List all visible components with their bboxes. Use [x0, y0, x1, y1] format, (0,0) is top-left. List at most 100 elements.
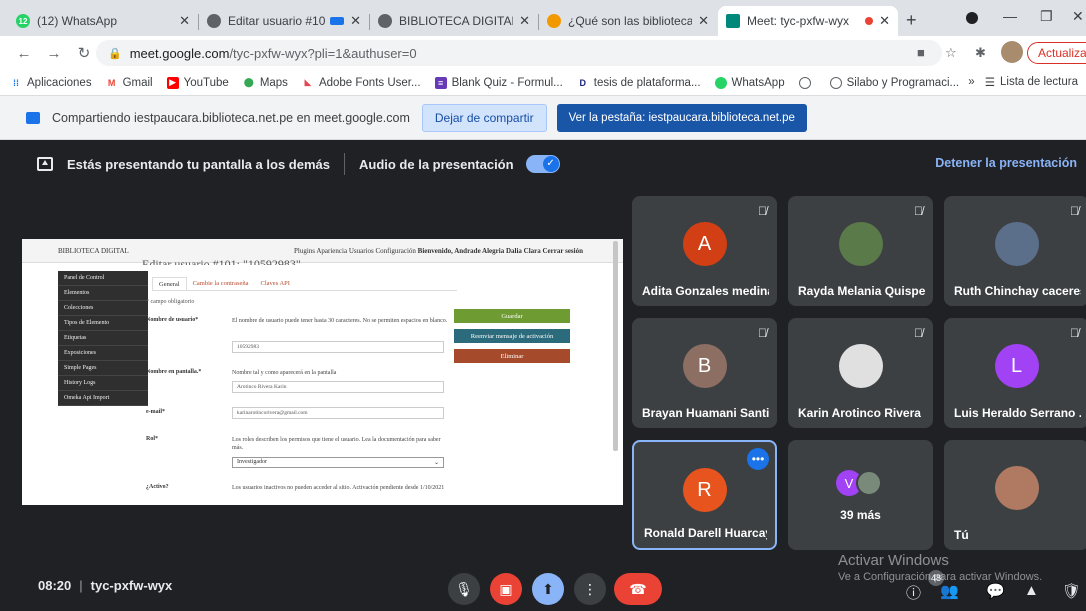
people-icon[interactable]: 👥 — [940, 582, 959, 600]
reading-list-icon: ☰ — [984, 77, 995, 89]
tab-editar-usuario[interactable]: Editar usuario #101: "105 ✕ — [199, 6, 369, 36]
extensions-icon[interactable]: ✱ — [975, 45, 986, 61]
participant-tile[interactable]: 🎙̸ A Adita Gonzales medina — [632, 196, 777, 306]
chevron-double-right-icon[interactable]: » — [968, 76, 974, 88]
field-desc: Los roles describen los permisos que tie… — [232, 437, 441, 451]
bookmark-blank-quiz[interactable]: ≡ Blank Quiz - Formul... — [434, 76, 563, 89]
bookmark-globe[interactable] — [798, 76, 816, 89]
meet-icon — [726, 14, 740, 28]
bookmark-tesis[interactable]: Dtesis de plataforma... — [577, 77, 701, 89]
participant-tile[interactable]: 🎙̸ B Brayan Huamani Santi... — [632, 318, 777, 428]
gmail-icon: M — [107, 77, 116, 88]
more-participants-tile[interactable]: V 39 más — [788, 440, 933, 550]
bookmark-gmail[interactable]: M Gmail — [106, 77, 153, 89]
tab-meet[interactable]: Meet: tyc-pxfw-wyx ✕ — [718, 6, 898, 36]
bookmark-silabo[interactable]: Silabo y Programaci... — [829, 76, 959, 89]
hangup-icon[interactable]: ☎ — [614, 573, 662, 605]
bookmark-star-icon[interactable]: ☆ — [945, 45, 957, 61]
more-vert-icon[interactable]: ⋮ — [574, 573, 606, 605]
forward-icon[interactable]: → — [42, 45, 66, 62]
more-options-icon[interactable]: ••• — [747, 448, 769, 470]
tab-biblioteca-digital[interactable]: BIBLIOTECA DIGITAL | Navega ✕ — [370, 6, 538, 36]
field-label: Nombre en pantalla.* — [146, 369, 202, 375]
url-host: meet.google.com — [129, 45, 230, 61]
participant-name: Brayan Huamani Santi... — [642, 406, 769, 420]
sidebar-item: Elementos — [58, 286, 148, 301]
stop-presenting-link[interactable]: Detener la presentación — [935, 156, 1077, 170]
tab-title: ¿Qué son las bibliotecas virtu — [568, 14, 693, 28]
camera-off-icon[interactable]: ▣ — [490, 573, 522, 605]
windows-activation-watermark: Activar Windows Ve a Configuración para … — [838, 552, 1042, 583]
stop-sharing-button[interactable]: Dejar de compartir — [421, 103, 547, 132]
close-icon[interactable]: ✕ — [879, 13, 890, 29]
shared-title: Editar usuario #101: "10592983" — [142, 257, 301, 265]
shared-screen: BIBLIOTECA DIGITAL Plugins Apariencia Us… — [22, 239, 623, 505]
new-tab-icon[interactable]: + — [906, 10, 917, 31]
audio-toggle[interactable] — [525, 155, 560, 173]
shared-sidebar: Panel de Control Elementos Colecciones T… — [58, 271, 148, 406]
close-icon[interactable]: ✕ — [698, 13, 709, 29]
sidebar-item: Tipos de Elemento — [58, 316, 148, 331]
window-close-icon[interactable]: ✕ — [1072, 8, 1084, 25]
bookmark-whatsapp[interactable]: WhatsApp — [714, 76, 785, 89]
tab-title: Editar usuario #101: "105 — [228, 14, 326, 28]
mic-icon[interactable]: 🎙 — [448, 573, 480, 605]
bookmark-youtube[interactable]: ▶ YouTube — [166, 76, 229, 89]
minimize-icon[interactable]: — — [1003, 8, 1017, 24]
bookmark-aplicaciones[interactable]: ⁞⁞ Aplicaciones — [10, 77, 92, 89]
tab-whatsapp[interactable]: 12 (12) WhatsApp ✕ — [8, 6, 198, 36]
reload-icon[interactable]: ↻ — [72, 44, 96, 62]
sharing-text: Compartiendo iestpaucara.biblioteca.net.… — [52, 110, 410, 125]
sidebar-item: Panel de Control — [58, 271, 148, 286]
activities-icon[interactable]: ▲ — [1024, 582, 1039, 599]
whatsapp-icon — [714, 76, 727, 89]
close-icon[interactable]: ✕ — [350, 13, 361, 29]
mic-off-icon: 🎙̸ — [758, 326, 767, 340]
participant-tile[interactable]: 🎙̸ L Luis Heraldo Serrano ... — [944, 318, 1086, 428]
participant-tile[interactable]: 🎙̸ Rayda Melania Quispe... — [788, 196, 933, 306]
info-icon[interactable]: ⓘ — [906, 582, 921, 603]
participant-tile[interactable]: 🎙̸ Karin Arotinco Rivera — [788, 318, 933, 428]
reading-list[interactable]: » ☰ Lista de lectura — [968, 75, 1078, 89]
participant-tile[interactable]: ••• R Ronald Darell Huarcay... — [632, 440, 777, 550]
view-tab-button[interactable]: Ver la pestaña: iestpaucara.biblioteca.n… — [556, 103, 807, 132]
participant-tile[interactable]: 🎙̸ Ruth Chinchay caceres — [944, 196, 1086, 306]
field-desc: Los usuarios inactivos no pueden acceder… — [232, 485, 445, 491]
profile-avatar[interactable] — [1001, 41, 1023, 63]
shared-nav: Plugins Apariencia Usuarios Configuració… — [294, 247, 583, 255]
screen-share-icon — [26, 111, 40, 124]
participant-name: Adita Gonzales medina — [642, 284, 769, 298]
shared-header: BIBLIOTECA DIGITAL Plugins Apariencia Us… — [22, 239, 623, 263]
camera-in-use-icon[interactable]: ■ — [917, 45, 925, 60]
maximize-icon[interactable]: ❐ — [1040, 8, 1053, 25]
bookmark-maps[interactable]: ⬤ Maps — [243, 77, 288, 89]
close-icon[interactable]: ✕ — [519, 13, 530, 29]
self-tile[interactable]: Tú — [944, 440, 1086, 550]
shared-tab: General — [152, 277, 187, 290]
recording-dot-icon — [865, 17, 874, 25]
field-select: Investigador ⌄ — [232, 457, 444, 468]
globe-icon — [798, 76, 811, 89]
more-count: 39 más — [840, 508, 881, 522]
url-path: /tyc-pxfw-wyx?pli=1&authuser=0 — [229, 45, 417, 61]
close-icon[interactable]: ✕ — [179, 13, 190, 29]
participant-name: Luis Heraldo Serrano ... — [954, 406, 1081, 420]
bookmark-adobe-fonts[interactable]: ◣ Adobe Fonts User... — [302, 77, 420, 89]
present-icon[interactable]: ⬆ — [532, 573, 564, 605]
chevron-down-icon: ⌄ — [433, 460, 439, 466]
chat-icon[interactable]: 💬 — [986, 582, 1005, 600]
audio-label: Audio de la presentación — [358, 156, 514, 172]
participant-name: Tú — [954, 528, 969, 542]
extension-icon[interactable] — [966, 12, 978, 24]
host-controls-icon[interactable]: 🛡 — [1062, 582, 1081, 600]
back-icon[interactable]: ← — [12, 45, 36, 62]
sidebar-item: Simple Pages — [58, 361, 148, 376]
update-button[interactable]: Actualizar — [1027, 42, 1086, 64]
adobe-icon: ◣ — [304, 77, 312, 87]
address-bar[interactable]: 🔒 meet.google.com/tyc-pxfw-wyx?pli=1&aut… — [96, 40, 942, 66]
shared-delete-button: Eliminar — [454, 349, 570, 363]
tab-bibliotecas-virtuales[interactable]: ¿Qué son las bibliotecas virtu ✕ — [539, 6, 717, 36]
watermark-line2: Ve a Configuración para activar Windows. — [838, 571, 1043, 583]
sharing-infobar: Compartiendo iestpaucara.biblioteca.net.… — [0, 96, 1086, 140]
field-label: e-mail* — [146, 409, 165, 415]
